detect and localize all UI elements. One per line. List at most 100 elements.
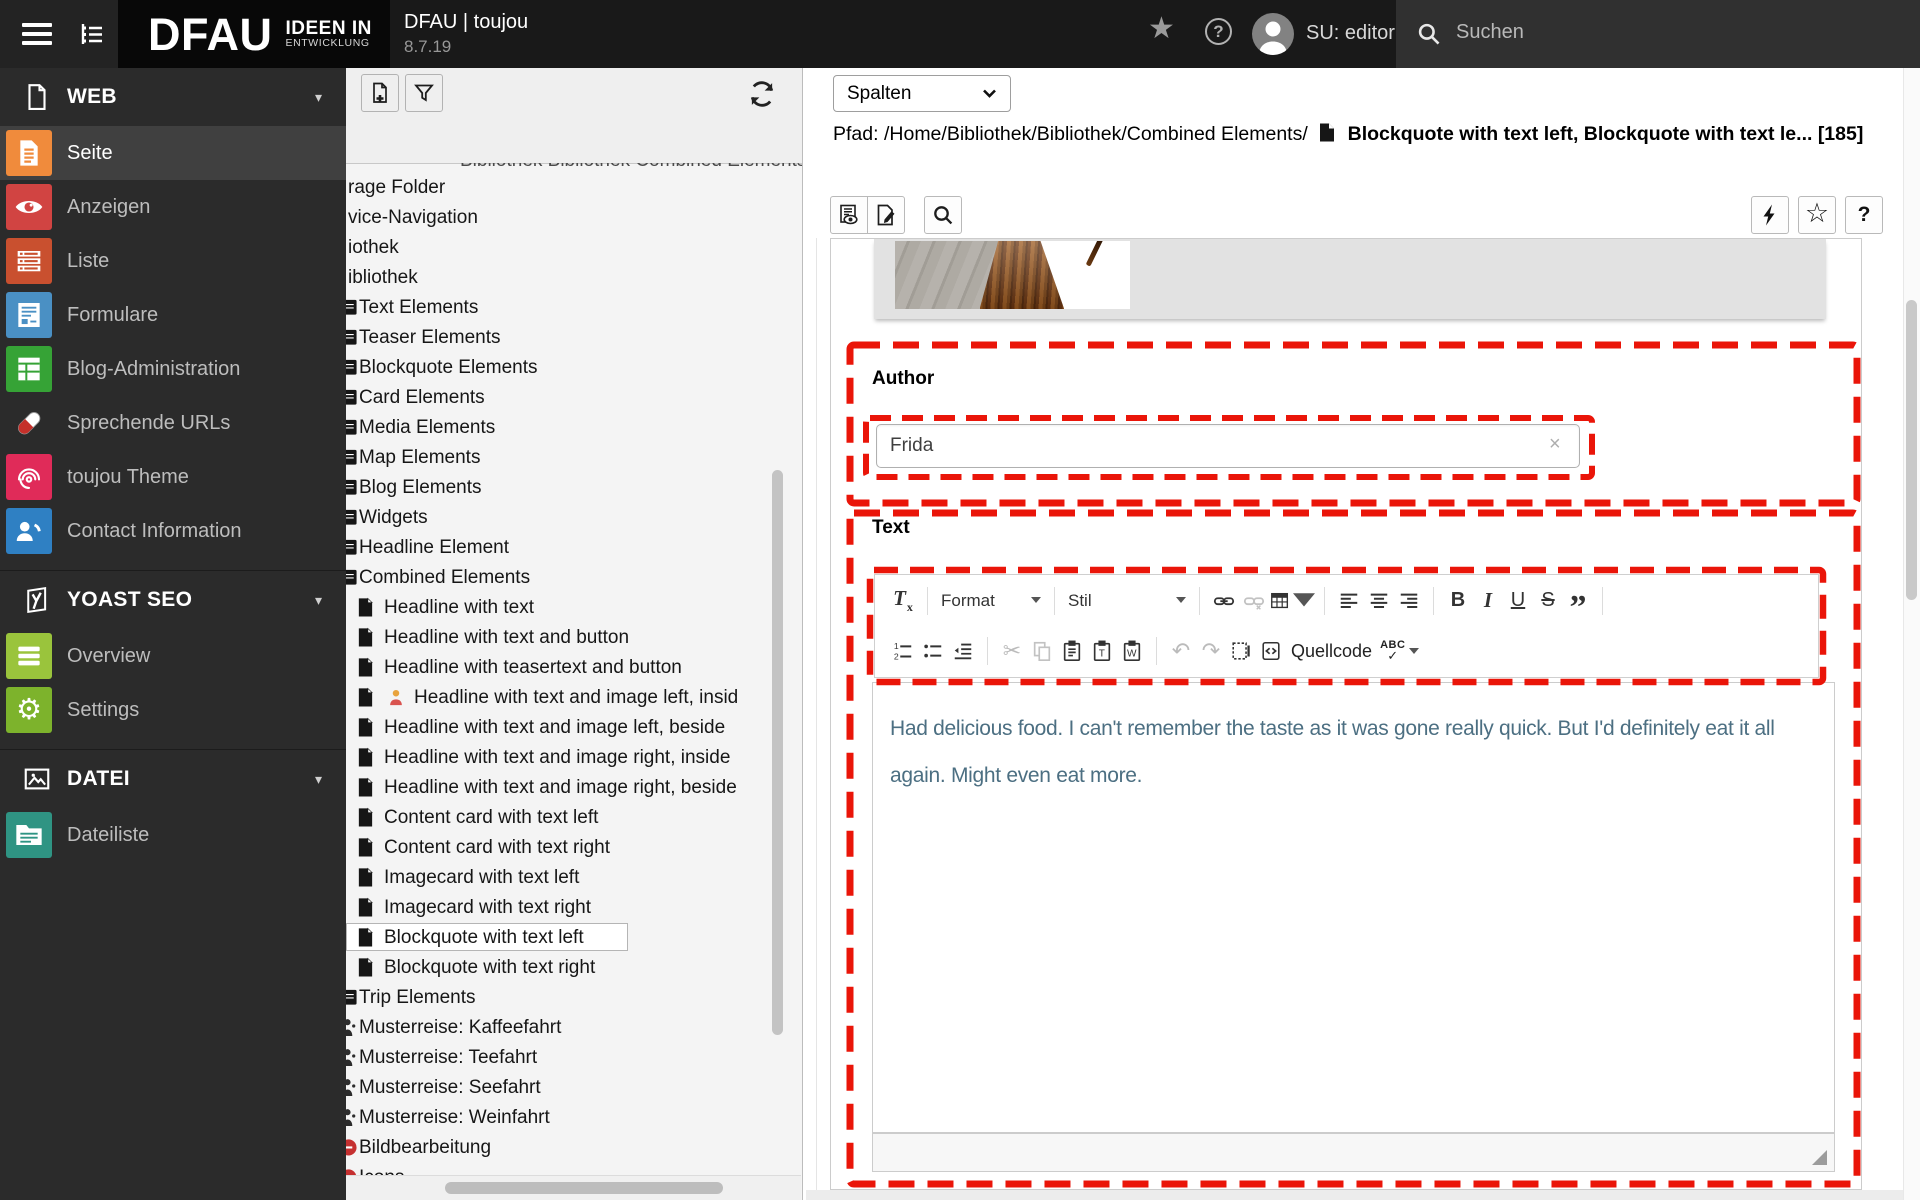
tree-item-widgets[interactable]: Widgets [346,503,802,533]
unlink-button[interactable] [1239,584,1269,618]
module-list-icon[interactable] [78,20,106,48]
tree-item-blockquote-with-text-left[interactable]: Blockquote with text left [346,923,802,953]
page-scrollbar[interactable] [1906,300,1917,600]
resize-handle[interactable] [1812,1150,1827,1165]
paste-word-button[interactable]: W [1117,634,1147,668]
ordered-list-button[interactable]: 12 [888,634,918,668]
paste-button[interactable] [1057,634,1087,668]
tree-item-musterreise-weinfahrt[interactable]: Musterreise: Weinfahrt [346,1103,802,1133]
tree-item-blockquote-elements[interactable]: Blockquote Elements [346,353,802,383]
tree-item-trip-elements[interactable]: Trip Elements [346,983,802,1013]
style-dropdown[interactable]: Stil [1064,591,1190,611]
tree-item-media-elements[interactable]: Media Elements [346,413,802,443]
logo[interactable]: DFAU IDEEN IN ENTWICKLUNG [118,0,390,68]
sidebar-section-header-web[interactable]: WEB ▾ [0,68,346,126]
tree-vertical-scrollbar[interactable] [772,470,783,1035]
tree-item-teaser-elements[interactable]: Teaser Elements [346,323,802,353]
sidebar-item-dateiliste[interactable]: Dateiliste [0,808,346,862]
tree-item-ibliothek[interactable]: ibliothek [346,263,802,293]
spellcheck-button[interactable]: ABC ✓ [1380,640,1420,662]
align-center-button[interactable] [1364,584,1394,618]
tree-item-bildbearbeitung[interactable]: Bildbearbeitung [346,1133,802,1163]
tree-item-imagecard-with-text-left[interactable]: Imagecard with text left [346,863,802,893]
paste-text-button[interactable]: T [1087,634,1117,668]
sidebar-item-formulare[interactable]: Formulare [0,288,346,342]
strikethrough-button[interactable]: S [1533,584,1563,618]
tree-item-headline-with-teasertext-and-button[interactable]: Headline with teasertext and button [346,653,802,683]
tree-horizontal-scrollbar[interactable] [445,1182,723,1194]
select-all-button[interactable] [1226,634,1256,668]
avatar[interactable] [1252,13,1294,55]
chevron-down-icon[interactable]: ▾ [315,592,322,609]
sidebar-item-settings[interactable]: ⚙ Settings [0,683,346,737]
blockquote-button[interactable]: ” [1563,590,1593,625]
edit-record-button[interactable] [867,196,905,234]
tree-item-text-elements[interactable]: Text Elements [346,293,802,323]
tree-item-headline-element[interactable]: Headline Element [346,533,802,563]
sidebar-section-header-yoast-seo[interactable]: YOAST SEO ▾ [0,570,346,629]
sidebar-item-toujou-theme[interactable]: toujou Theme [0,450,346,504]
redo-button[interactable]: ↷ [1196,634,1226,668]
help-button[interactable]: ? [1845,196,1883,234]
source-code-button[interactable] [1256,634,1286,668]
align-left-button[interactable] [1334,584,1364,618]
align-right-button[interactable] [1394,584,1424,618]
columns-select[interactable]: Spalten [833,75,1011,112]
tree-item-headline-with-text-and-image-left-beside[interactable]: Headline with text and image left, besid… [346,713,802,743]
menu-toggle-icon[interactable] [22,23,52,50]
tree-item-headline-with-text[interactable]: Headline with text [346,593,802,623]
user-menu[interactable]: SU: editor [1306,22,1395,45]
tree-item-headline-with-text-and-image-left-insid[interactable]: Headline with text and image left, insid [346,683,802,713]
cut-button[interactable]: ✂ [997,634,1027,668]
chevron-down-icon[interactable]: ▾ [315,771,322,788]
bookmark-button[interactable]: ☆ [1798,196,1836,234]
tree-item-content-card-with-text-right[interactable]: Content card with text right [346,833,802,863]
sidebar-section-header-datei[interactable]: DATEI ▾ [0,749,346,808]
sidebar-item-liste[interactable]: Liste [0,234,346,288]
tree-item-combined-elements[interactable]: Combined Elements [346,563,802,593]
format-dropdown[interactable]: Format [937,591,1045,611]
refresh-tree-icon[interactable] [746,78,778,110]
tree-item-map-elements[interactable]: Map Elements [346,443,802,473]
tree-item-vice-navigation[interactable]: vice-Navigation [346,203,802,233]
tree-item-headline-with-text-and-image-right-inside[interactable]: Headline with text and image right, insi… [346,743,802,773]
sidebar-item-overview[interactable]: Overview [0,629,346,683]
cache-lightning-button[interactable] [1751,196,1789,234]
remove-format-button[interactable]: Tx [888,584,918,618]
tree-item-musterreise-seefahrt[interactable]: Musterreise: Seefahrt [346,1073,802,1103]
clear-input-icon[interactable]: × [1549,434,1561,454]
tree-item-content-card-with-text-left[interactable]: Content card with text left [346,803,802,833]
tree-item-headline-with-text-and-image-right-beside[interactable]: Headline with text and image right, besi… [346,773,802,803]
rte-content-area[interactable]: Had delicious food. I can't remember the… [872,682,1835,1133]
tree-item-blog-elements[interactable]: Blog Elements [346,473,802,503]
tree-item-rage-folder[interactable]: rage Folder [346,173,802,203]
undo-button[interactable]: ↶ [1166,634,1196,668]
dog-photo-thumbnail[interactable] [895,241,1130,309]
filter-button[interactable] [405,74,443,112]
tree-item-headline-with-text-and-button[interactable]: Headline with text and button [346,623,802,653]
tree-item-musterreise-teefahrt[interactable]: Musterreise: Teefahrt [346,1043,802,1073]
copy-button[interactable] [1027,634,1057,668]
tree-item-iothek[interactable]: iothek [346,233,802,263]
bullet-list-button[interactable] [918,634,948,668]
sidebar-item-contact-information[interactable]: Contact Information [0,504,346,558]
table-button[interactable] [1269,584,1315,618]
sidebar-item-anzeigen[interactable]: Anzeigen [0,180,346,234]
italic-button[interactable]: I [1473,584,1503,618]
tree-item-imagecard-with-text-right[interactable]: Imagecard with text right [346,893,802,923]
source-code-label[interactable]: Quellcode [1291,641,1372,662]
tree-item-card-elements[interactable]: Card Elements [346,383,802,413]
tree-item-blockquote-with-text-right[interactable]: Blockquote with text right [346,953,802,983]
sidebar-item-blog-administration[interactable]: Blog-Administration [0,342,346,396]
chevron-down-icon[interactable]: ▾ [315,89,322,106]
link-button[interactable] [1209,584,1239,618]
view-record-button[interactable] [830,196,868,234]
bold-button[interactable]: B [1443,584,1473,618]
indent-button[interactable] [948,634,978,668]
search-record-button[interactable] [924,196,962,234]
sidebar-item-sprechende-urls[interactable]: Sprechende URLs [0,396,346,450]
underline-button[interactable]: U [1503,584,1533,618]
sidebar-item-seite[interactable]: Seite [0,126,346,180]
author-input[interactable] [876,424,1580,468]
topbar-search[interactable]: Suchen [1396,0,1920,68]
